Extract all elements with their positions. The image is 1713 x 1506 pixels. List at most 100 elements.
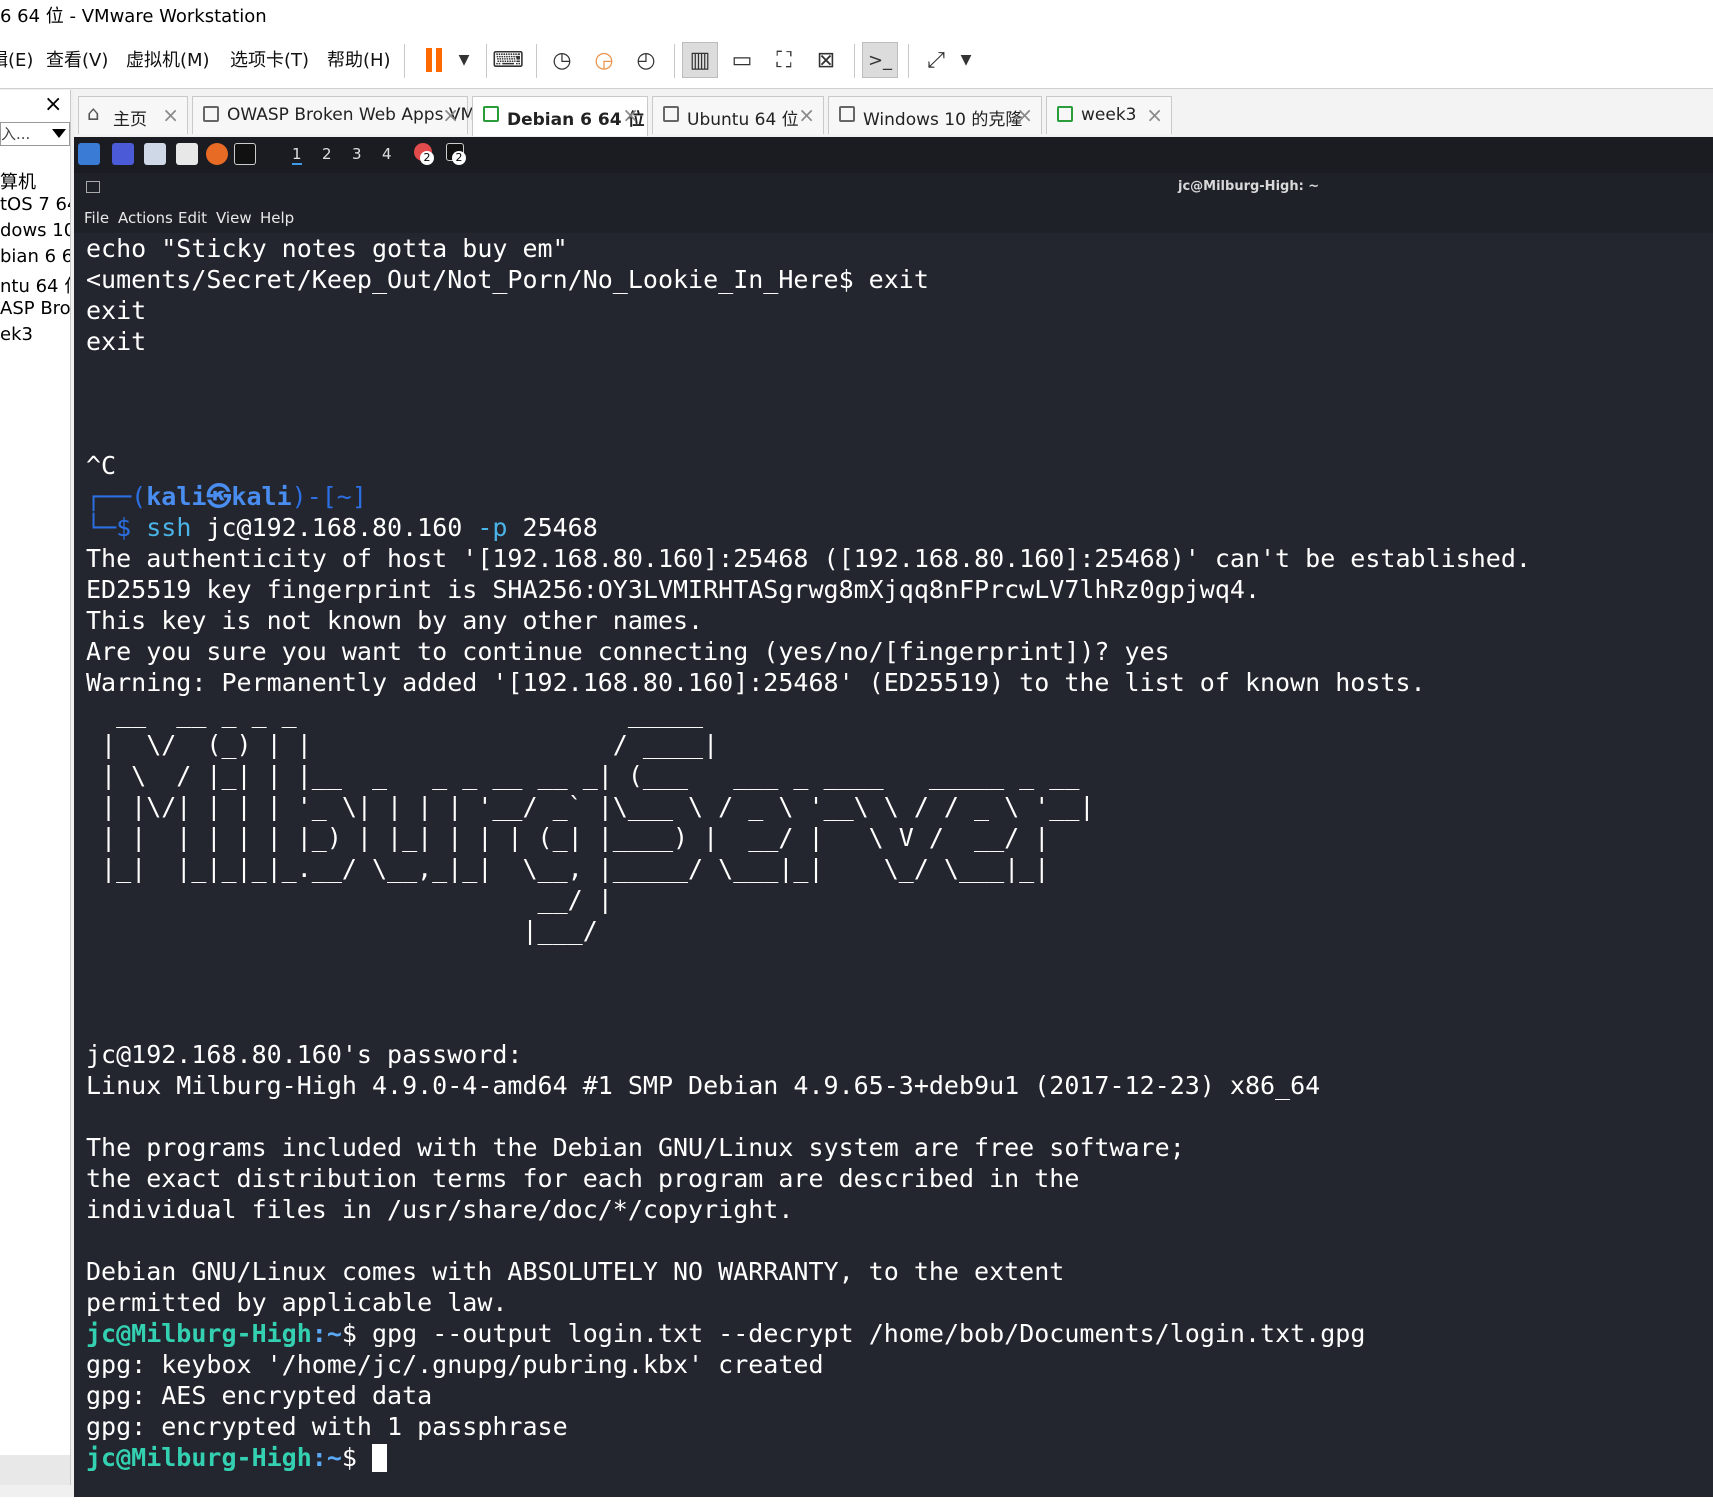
tab-week3[interactable]: week3 ×: [1046, 96, 1172, 134]
close-icon[interactable]: ×: [442, 103, 459, 127]
revert-snapshot-button[interactable]: ◶: [586, 42, 622, 78]
home-icon: ⌂: [87, 101, 100, 125]
vm-running-icon: [483, 106, 499, 122]
close-icon[interactable]: ×: [798, 103, 815, 127]
workspace-4[interactable]: 4: [382, 145, 392, 163]
vm-console[interactable]: 1 2 3 4 2 2 jc@Milburg-High: ~ File Acti…: [74, 137, 1713, 1497]
ssh-output: The authenticity of host '[192.168.80.16…: [86, 544, 1531, 697]
guest-panel: 1 2 3 4 2 2: [74, 137, 1713, 173]
tab-windows10[interactable]: Windows 10 的克隆 ×: [828, 96, 1042, 134]
workspace-2[interactable]: 2: [322, 145, 332, 163]
toolbar-separator: [404, 44, 405, 78]
chevron-down-icon: ▼: [960, 52, 972, 68]
menu-view[interactable]: 查看(V): [46, 46, 108, 72]
unity-icon: ⊠: [816, 47, 836, 73]
library-item[interactable]: ek3: [0, 324, 70, 345]
snapshot-manager-button[interactable]: ◴: [628, 42, 664, 78]
expand-icon: ⤢: [927, 47, 945, 73]
toolbar-separator: [854, 44, 855, 78]
thumbnail-bar-button[interactable]: ▭: [724, 42, 760, 78]
terminal-menu-actions[interactable]: Actions: [118, 209, 173, 227]
console-icon: >_: [867, 49, 893, 71]
kali-prompt-dollar: └─$: [86, 513, 147, 542]
full-screen-button[interactable]: ⛶: [766, 42, 802, 78]
library-scrollbar[interactable]: [0, 1455, 70, 1485]
tab-ubuntu[interactable]: Ubuntu 64 位 ×: [652, 96, 824, 134]
show-desktop-icon[interactable]: [112, 143, 134, 165]
send-ctrl-alt-del-button[interactable]: ⌨: [490, 42, 526, 78]
snapshot-button[interactable]: ◷: [544, 42, 580, 78]
kali-prompt: ┌──(: [86, 482, 147, 511]
kali-menu-icon[interactable]: [78, 143, 100, 165]
menu-vm[interactable]: 虚拟机(M): [126, 46, 210, 72]
menu-help[interactable]: 帮助(H): [327, 46, 391, 72]
terminal-icon[interactable]: [234, 143, 256, 165]
jc-prompt-path: :~: [311, 1319, 342, 1348]
terminal-menu-file[interactable]: File: [84, 209, 109, 227]
thumbnail-icon: ▭: [731, 47, 753, 73]
kali-prompt-dir: )-[~]: [291, 482, 367, 511]
vm-icon: [203, 106, 219, 122]
power-dropdown-button[interactable]: ▼: [446, 42, 482, 78]
window-title: 6 64 位 - VMware Workstation: [0, 6, 267, 27]
fullscreen-icon: ⛶: [776, 47, 792, 73]
jc-prompt-path: :~: [311, 1443, 342, 1472]
close-icon[interactable]: ×: [1146, 103, 1163, 127]
menu-tabs[interactable]: 选项卡(T): [230, 46, 309, 72]
vm-icon: [663, 106, 679, 122]
library-item[interactable]: bian 6 64: [0, 246, 70, 267]
chevron-down-icon[interactable]: [52, 129, 66, 138]
login-output: jc@192.168.80.160's password: Linux Milb…: [86, 1040, 1321, 1317]
tab-owasp[interactable]: OWASP Broken Web Apps VM ... ×: [192, 96, 497, 134]
toolbar-separator: [908, 44, 909, 78]
stretch-dropdown-button[interactable]: ▼: [948, 42, 984, 78]
console-view-button[interactable]: >_: [862, 42, 898, 78]
library-item[interactable]: ntu 64 位: [0, 272, 70, 298]
task-count-badge: 2: [452, 151, 466, 165]
vm-tab-bar: ⌂ 主页 × OWASP Broken Web Apps VM ... × De…: [74, 90, 1713, 136]
text-editor-icon[interactable]: [176, 143, 198, 165]
close-icon[interactable]: ×: [622, 103, 639, 127]
toolbar-separator: [674, 44, 675, 78]
workspace-3[interactable]: 3: [352, 145, 362, 163]
vm-icon: [839, 106, 855, 122]
snapshot-icon: ◷: [552, 47, 572, 73]
show-library-button[interactable]: ▥: [682, 42, 718, 78]
workspace-1[interactable]: 1: [292, 145, 302, 165]
library-item[interactable]: ASP Bro: [0, 298, 70, 319]
keyboard-icon: ⌨: [492, 47, 524, 73]
menu-edit[interactable]: 编辑(E): [0, 46, 33, 72]
toolbar-separator: [486, 44, 487, 78]
chevron-down-icon: ▼: [458, 52, 470, 68]
file-manager-icon[interactable]: [144, 143, 166, 165]
terminal-titlebar[interactable]: jc@Milburg-High: ~: [74, 173, 1713, 203]
menubar: 编辑(E) 查看(V) 虚拟机(M) 选项卡(T) 帮助(H) ▼ ⌨ ◷ ◶ …: [0, 34, 1713, 89]
library-item[interactable]: tOS 7 64: [0, 194, 70, 215]
library-item[interactable]: 算机: [0, 168, 70, 194]
library-item[interactable]: dows 10: [0, 220, 70, 241]
unity-button[interactable]: ⊠: [808, 42, 844, 78]
firefox-icon[interactable]: [206, 143, 228, 165]
library-search-input[interactable]: 入...: [0, 122, 70, 146]
snapshot-manager-icon: ◴: [636, 47, 656, 73]
terminal-menubar: File Actions Edit View Help: [74, 203, 1713, 233]
ssh-command: ssh: [146, 513, 192, 542]
close-icon[interactable]: ×: [162, 103, 179, 127]
ssh-port: 25468: [507, 513, 598, 542]
close-icon[interactable]: ×: [1016, 103, 1033, 127]
gpg-command: gpg --output login.txt --decrypt /home/b…: [372, 1319, 1366, 1348]
terminal-menu-edit[interactable]: Edit: [178, 209, 207, 227]
jc-prompt-user: jc@Milburg-High: [86, 1319, 312, 1348]
revert-icon: ◶: [594, 47, 614, 73]
terminal-text: echo "Sticky notes gotta buy em" <uments…: [86, 233, 1531, 1473]
library-panel: × 入... 算机 tOS 7 64 dows 10 bian 6 64 ntu…: [0, 90, 71, 1485]
terminal-output[interactable]: echo "Sticky notes gotta buy em" <uments…: [74, 233, 1713, 1497]
tab-home[interactable]: ⌂ 主页 ×: [78, 96, 188, 134]
terminal-history: echo "Sticky notes gotta buy em" <uments…: [86, 234, 929, 480]
vm-running-icon: [1057, 106, 1073, 122]
window-titlebar: 6 64 位 - VMware Workstation: [0, 0, 1713, 34]
close-icon[interactable]: ×: [44, 92, 62, 117]
terminal-menu-help[interactable]: Help: [260, 209, 294, 227]
terminal-menu-view[interactable]: View: [216, 209, 252, 227]
tab-debian[interactable]: Debian 6 64 位 ×: [472, 96, 648, 136]
